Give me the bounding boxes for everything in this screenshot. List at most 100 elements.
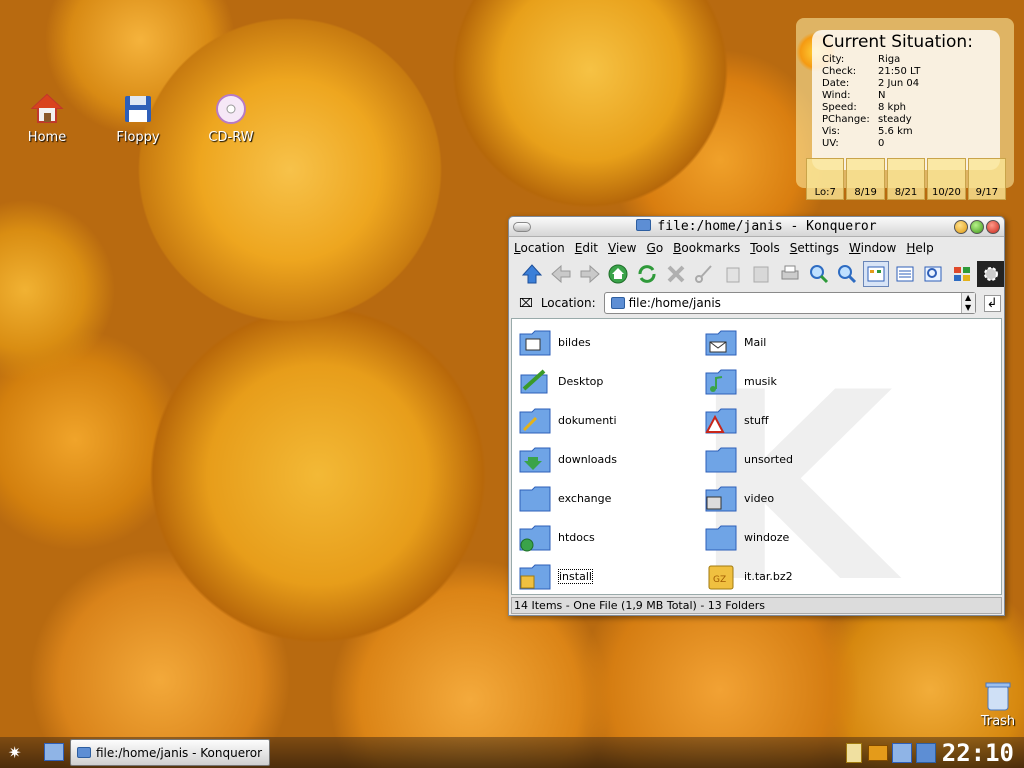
preview-button[interactable] bbox=[920, 261, 947, 287]
network-tray-icon[interactable] bbox=[916, 743, 936, 763]
folder-mail-icon bbox=[705, 330, 737, 356]
folder-icon bbox=[519, 486, 551, 512]
location-value: file:/home/janis bbox=[628, 296, 721, 310]
file-item[interactable]: downloads bbox=[518, 442, 617, 476]
menu-help[interactable]: Help bbox=[906, 241, 933, 255]
trash-label: Trash bbox=[980, 714, 1016, 729]
file-view[interactable]: K bildes Desktop dokumenti downloads exc… bbox=[511, 318, 1002, 595]
menu-bookmarks[interactable]: Bookmarks bbox=[673, 241, 740, 255]
preview-icon bbox=[924, 266, 942, 282]
home-button[interactable] bbox=[605, 261, 632, 287]
go-icon[interactable]: ↲ bbox=[983, 294, 1001, 312]
clipboard-tray-icon[interactable] bbox=[868, 745, 888, 761]
location-label: Location: bbox=[540, 296, 596, 310]
display-tray-icon[interactable] bbox=[892, 743, 912, 763]
menu-go[interactable]: Go bbox=[647, 241, 664, 255]
file-item[interactable]: Mail bbox=[704, 325, 766, 359]
back-button[interactable] bbox=[548, 261, 575, 287]
location-input[interactable]: file:/home/janis ▲ ▼ bbox=[603, 292, 976, 314]
folder-icon bbox=[636, 219, 652, 231]
menu-tools[interactable]: Tools bbox=[750, 241, 780, 255]
file-item[interactable]: GZ it.tar.bz2 bbox=[704, 559, 793, 593]
reload-button[interactable] bbox=[634, 261, 661, 287]
back-arrow-icon bbox=[551, 264, 571, 284]
thumbnail-button[interactable] bbox=[949, 261, 976, 287]
desktop-icon-home[interactable]: Home bbox=[12, 92, 82, 145]
file-item[interactable]: Desktop bbox=[518, 364, 603, 398]
desktop-icon-label: CD-RW bbox=[208, 130, 254, 145]
desktop-icon-floppy[interactable]: Floppy bbox=[103, 92, 173, 145]
taskbar: ✷ file:/home/janis - Konqueror 22:10 bbox=[0, 737, 1024, 768]
gear-icon bbox=[983, 267, 998, 281]
forecast-strip: Lo:7 8/19 8/21 10/20 9/17 bbox=[806, 158, 1007, 200]
forecast-day: 10/20 bbox=[927, 158, 966, 200]
stop-button[interactable] bbox=[662, 261, 689, 287]
taskbar-item-konqueror[interactable]: file:/home/janis - Konqueror bbox=[70, 739, 270, 766]
file-item[interactable]: musik bbox=[704, 364, 777, 398]
floppy-icon bbox=[121, 92, 155, 126]
desktop-icon-label: Floppy bbox=[116, 130, 160, 145]
desktop-icon-cdrw[interactable]: CD-RW bbox=[196, 92, 266, 145]
menu-location[interactable]: Location bbox=[514, 241, 565, 255]
menu-settings[interactable]: Settings bbox=[790, 241, 839, 255]
clock[interactable]: 22:10 bbox=[942, 739, 1014, 767]
location-bar: ⌧ Location: file:/home/janis ▲ ▼ ↲ bbox=[509, 289, 1004, 317]
close-button[interactable] bbox=[986, 220, 1000, 234]
weather-row: Speed: 8 kph bbox=[822, 102, 907, 113]
window-titlebar[interactable]: file:/home/janis - Konqueror bbox=[509, 217, 1004, 237]
menu-bar: Location Edit View Go Bookmarks Tools Se… bbox=[509, 237, 1004, 259]
cut-button[interactable] bbox=[691, 261, 718, 287]
paste-icon bbox=[753, 266, 769, 283]
folder-icon bbox=[77, 747, 91, 758]
file-item[interactable]: unsorted bbox=[704, 442, 793, 476]
weather-row: Wind: N bbox=[822, 90, 886, 101]
konqueror-window: file:/home/janis - Konqueror Location Ed… bbox=[508, 216, 1005, 616]
copy-button[interactable] bbox=[719, 261, 746, 287]
show-desktop-icon[interactable] bbox=[44, 743, 64, 761]
maximize-button[interactable] bbox=[970, 220, 984, 234]
forecast-day: 8/21 bbox=[886, 158, 926, 200]
zoom-in-button[interactable] bbox=[805, 261, 832, 287]
print-button[interactable] bbox=[777, 261, 804, 287]
menu-view[interactable]: View bbox=[608, 241, 636, 255]
forecast-day: 9/17 bbox=[967, 158, 1007, 200]
icon-view-button[interactable] bbox=[862, 261, 890, 287]
clear-location-icon[interactable]: ⌧ bbox=[519, 296, 533, 310]
weather-row: Check: 21:50 LT bbox=[822, 66, 921, 77]
status-bar: 14 Items - One File (1,9 MB Total) - 13 … bbox=[511, 597, 1002, 614]
svg-text:GZ: GZ bbox=[713, 575, 726, 585]
folder-important-icon bbox=[705, 408, 737, 434]
file-item[interactable]: stuff bbox=[704, 403, 769, 437]
file-item[interactable]: exchange bbox=[518, 481, 611, 515]
file-item[interactable]: install bbox=[518, 559, 593, 593]
forward-button[interactable] bbox=[576, 261, 603, 287]
forecast-day: 8/19 bbox=[846, 158, 885, 200]
thumbnail-icon bbox=[954, 267, 971, 281]
cdrom-icon bbox=[214, 92, 248, 126]
zoom-out-button[interactable] bbox=[834, 261, 861, 287]
desktop-icon-trash[interactable]: Trash bbox=[974, 680, 1022, 729]
file-item[interactable]: htdocs bbox=[518, 520, 595, 554]
paste-button[interactable] bbox=[748, 261, 775, 287]
file-item[interactable]: dokumenti bbox=[518, 403, 617, 437]
location-dropdown[interactable]: ▲ ▼ bbox=[960, 293, 975, 313]
minimize-button[interactable] bbox=[954, 220, 968, 234]
kmenu-icon[interactable]: ✷ bbox=[8, 743, 28, 763]
list-view-button[interactable] bbox=[891, 261, 918, 287]
folder-icon bbox=[610, 297, 625, 309]
trash-icon bbox=[985, 680, 1011, 712]
folder-download-icon bbox=[519, 447, 551, 473]
menu-edit[interactable]: Edit bbox=[575, 241, 598, 255]
file-item[interactable]: windoze bbox=[704, 520, 789, 554]
folder-images-icon bbox=[519, 330, 551, 356]
folder-icon bbox=[705, 447, 737, 473]
file-item[interactable]: video bbox=[704, 481, 774, 515]
up-button[interactable] bbox=[519, 261, 546, 287]
menu-window[interactable]: Window bbox=[849, 241, 896, 255]
reload-icon bbox=[638, 265, 656, 283]
zoom-in-icon bbox=[809, 265, 828, 284]
file-item[interactable]: bildes bbox=[518, 325, 591, 359]
icon-view-icon bbox=[867, 266, 885, 282]
printer-icon bbox=[781, 265, 799, 280]
konqueror-tray-icon[interactable] bbox=[846, 743, 862, 763]
